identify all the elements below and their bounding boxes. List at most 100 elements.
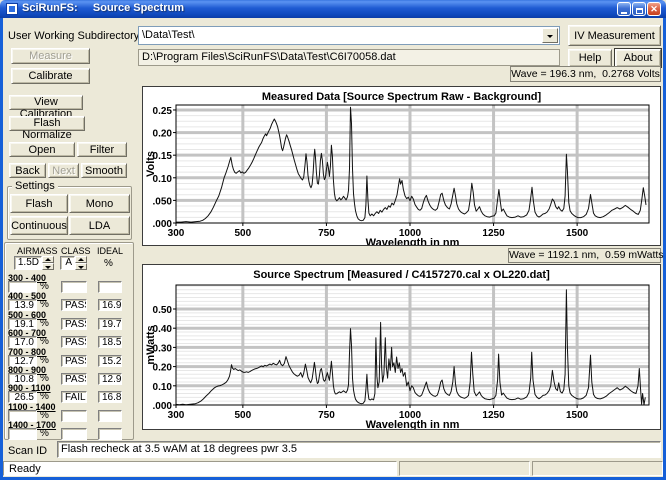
wave-readout-bottom: Wave = 1192.1 nm, 0.59 mWatts <box>508 248 661 263</box>
class-value-box[interactable]: FAIL <box>61 391 87 403</box>
percent-label: % <box>40 336 49 347</box>
status-ready: Ready <box>3 461 397 476</box>
class-header: CLASS <box>61 246 91 256</box>
airmass-spinner <box>42 256 54 270</box>
svg-text:mWatts: mWatts <box>145 325 157 364</box>
class-value-box[interactable] <box>61 428 87 440</box>
ideal-value-box[interactable] <box>98 281 122 293</box>
svg-text:.050: .050 <box>153 196 173 207</box>
svg-text:.000: .000 <box>153 401 173 412</box>
maximize-icon <box>636 8 643 14</box>
ideal-value-box[interactable]: 16.8 <box>98 391 122 403</box>
ideal-value-box[interactable]: 12.9 <box>98 373 122 385</box>
ideal-value-box[interactable]: 15.2 <box>98 355 122 367</box>
app-window: SciRunFS: Source Spectrum ✕ User Working… <box>0 0 666 480</box>
close-icon: ✕ <box>650 4 658 14</box>
titlebar[interactable]: SciRunFS: Source Spectrum ✕ <box>0 0 666 18</box>
close-button[interactable]: ✕ <box>647 2 661 16</box>
percent-label: % <box>40 355 49 366</box>
help-button[interactable]: Help <box>568 49 612 67</box>
airmass-header: AIRMASS <box>17 246 58 256</box>
percent-label: % <box>40 281 49 292</box>
status-panel-2 <box>399 461 530 476</box>
minimize-button[interactable] <box>617 2 631 16</box>
percent-label: % <box>40 428 49 439</box>
minimize-icon <box>621 12 627 14</box>
svg-text:1500: 1500 <box>566 228 589 239</box>
ideal-header: IDEAL <box>97 246 123 256</box>
class-spin-up[interactable] <box>75 256 87 263</box>
scan-id-label: Scan ID <box>8 445 47 457</box>
source-spectrum-chart[interactable]: 300500750100012501500.0000.100.200.300.4… <box>142 264 661 430</box>
flash-normalize-button[interactable]: Flash Normalize <box>9 116 85 131</box>
ideal-value-box[interactable]: 16.9 <box>98 299 122 311</box>
svg-text:0.25: 0.25 <box>153 106 173 117</box>
airmass-spin-down[interactable] <box>42 263 54 270</box>
working-dir-combobox[interactable]: \Data\Test\ <box>138 26 560 45</box>
working-dir-value: \Data\Test\ <box>142 29 195 41</box>
ideal-value-box[interactable]: 18.5 <box>98 336 122 348</box>
ideal-unit-label: % <box>104 258 113 269</box>
class-value-box[interactable]: PASS <box>61 373 87 385</box>
class-value-box[interactable]: PASS <box>61 299 87 311</box>
maximize-button[interactable] <box>632 2 646 16</box>
class-spinner-value[interactable]: A <box>60 256 75 270</box>
measured-data-chart-svg[interactable]: 300500750100012501500.000.0500.100.150.2… <box>143 87 660 245</box>
smooth-button[interactable]: Smooth <box>81 163 127 178</box>
settings-label: Settings <box>12 180 58 192</box>
lda-button[interactable]: LDA <box>69 216 130 235</box>
spin-down-icon <box>78 266 84 269</box>
next-button[interactable]: Next <box>48 163 79 178</box>
class-value-box[interactable]: PASS <box>61 355 87 367</box>
chevron-down-icon <box>547 35 553 41</box>
spin-up-icon <box>45 258 51 261</box>
calibrate-button[interactable]: Calibrate <box>11 68 90 84</box>
measure-button[interactable]: Measure <box>11 48 90 64</box>
svg-text:1250: 1250 <box>482 410 505 421</box>
ideal-value-box[interactable] <box>98 410 122 422</box>
class-value-box[interactable] <box>61 410 87 422</box>
svg-text:500: 500 <box>235 228 252 239</box>
percent-label: % <box>40 391 49 402</box>
class-spinner <box>75 256 87 270</box>
continuous-button[interactable]: Continuous <box>10 216 68 235</box>
mono-button[interactable]: Mono <box>69 194 130 213</box>
view-calibration-button[interactable]: View Calibration <box>9 95 83 110</box>
class-spin-down[interactable] <box>75 263 87 270</box>
working-dir-label: User Working Subdirectory : <box>8 30 145 42</box>
file-path-label: D:\Program Files\SciRunFS\Data\Test\C6I7… <box>138 49 560 66</box>
class-value-box[interactable]: PASS <box>61 318 87 330</box>
measured-data-chart[interactable]: 300500750100012501500.000.0500.100.150.2… <box>142 86 661 246</box>
spin-down-icon <box>45 266 51 269</box>
class-value-box[interactable]: PASS <box>61 336 87 348</box>
back-button[interactable]: Back <box>9 163 46 178</box>
open-button[interactable]: Open <box>9 142 75 157</box>
svg-text:.000: .000 <box>153 219 173 230</box>
svg-text:Measured Data [Source Spectru: Measured Data [Source Spectrum Raw - Bac… <box>262 91 542 103</box>
svg-text:0.10: 0.10 <box>153 382 173 393</box>
airmass-spinner-value[interactable]: 1.5D <box>14 256 42 270</box>
spin-up-icon <box>78 258 84 261</box>
svg-text:1500: 1500 <box>566 410 589 421</box>
svg-text:Wavelength in nm: Wavelength in nm <box>366 237 460 245</box>
filter-button[interactable]: Filter <box>77 142 127 157</box>
window-title: SciRunFS: Source Spectrum <box>22 2 184 14</box>
combobox-dropdown-button[interactable] <box>542 28 558 43</box>
iv-measurement-button[interactable]: IV Measurement <box>568 25 661 46</box>
class-value-box[interactable] <box>61 281 87 293</box>
airmass-value-box[interactable] <box>8 428 37 440</box>
flash-button[interactable]: Flash <box>10 194 68 213</box>
ideal-value-box[interactable] <box>98 428 122 440</box>
source-spectrum-chart-svg[interactable]: 300500750100012501500.0000.100.200.300.4… <box>143 265 660 429</box>
svg-text:0.20: 0.20 <box>153 129 173 140</box>
about-button[interactable]: About <box>615 49 661 67</box>
svg-text:Volts: Volts <box>145 151 157 177</box>
ideal-value-box[interactable]: 19.7 <box>98 318 122 330</box>
svg-text:Wavelength in nm: Wavelength in nm <box>366 419 460 429</box>
airmass-spin-up[interactable] <box>42 256 54 263</box>
svg-text:750: 750 <box>318 228 335 239</box>
percent-label: % <box>40 410 49 421</box>
scan-id-input[interactable]: Flash recheck at 3.5 wAM at 18 degrees p… <box>57 441 661 458</box>
svg-text:Source Spectrum [Measured / C4: Source Spectrum [Measured / C4157270.cal… <box>253 269 550 281</box>
svg-text:750: 750 <box>318 410 335 421</box>
